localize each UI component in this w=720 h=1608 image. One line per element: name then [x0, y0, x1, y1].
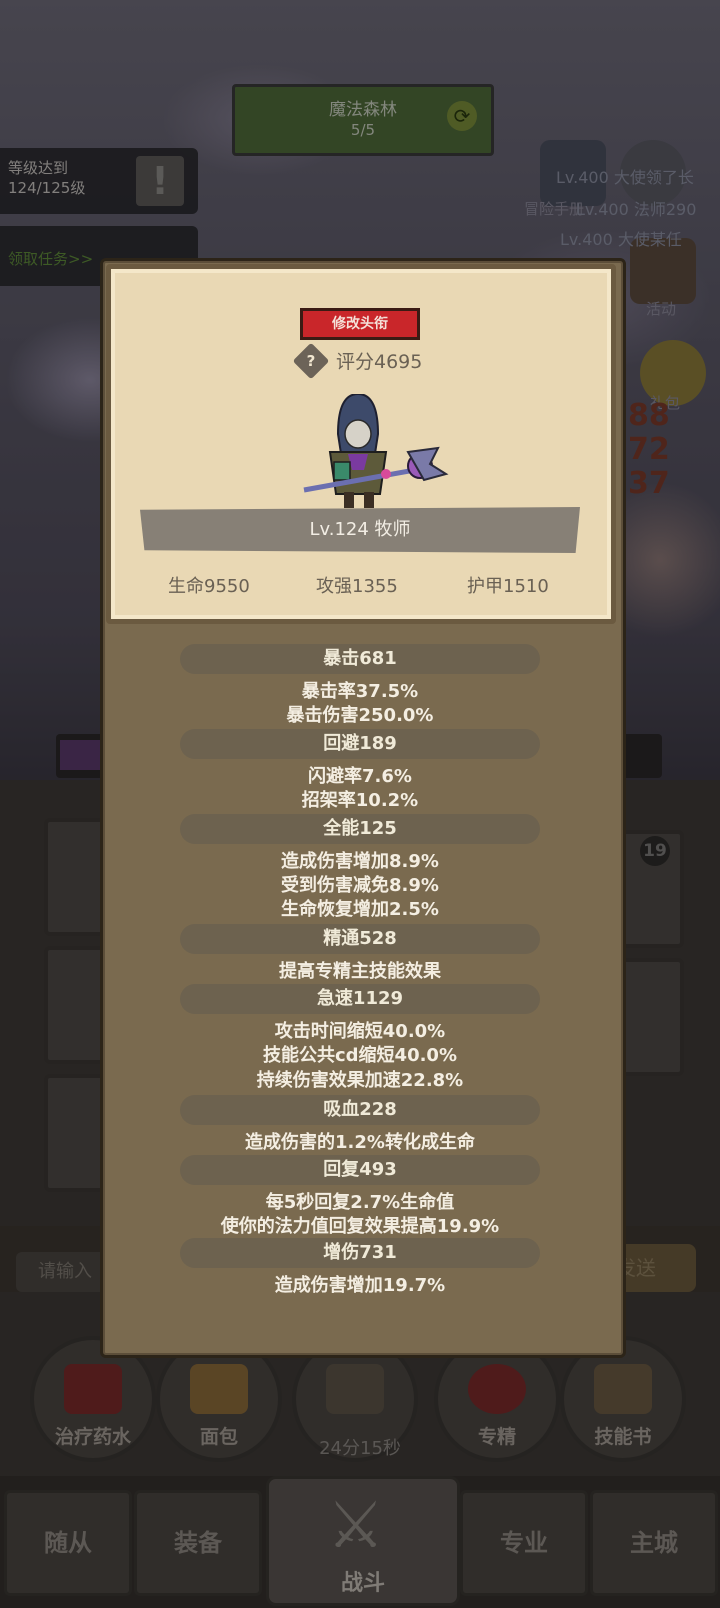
stat-detail: 受到伤害减免8.9%	[281, 875, 439, 896]
stat-detail: 招架率10.2%	[301, 790, 419, 811]
stat-detail: 持续伤害效果加速22.8%	[256, 1070, 464, 1091]
stat-section-header: 急速1129	[180, 984, 540, 1014]
stat-detail: 技能公共cd缩短40.0%	[262, 1045, 457, 1066]
question-mark-glyph: ?	[306, 352, 316, 370]
stat-detail: 攻击时间缩短40.0%	[274, 1021, 446, 1042]
stat-detail: 造成伤害的1.2%转化成生命	[245, 1132, 475, 1153]
stat-detail: 提高专精主技能效果	[279, 961, 441, 982]
stat-section-header: 回复493	[180, 1155, 540, 1185]
hp-stat: 生命9550	[168, 576, 250, 597]
stat-detail: 暴击率37.5%	[301, 681, 419, 702]
stat-section-header: 回避189	[180, 729, 540, 759]
stat-detail: 闪避率7.6%	[308, 766, 412, 787]
stat-detail: 每5秒回复2.7%生命值	[265, 1192, 455, 1213]
stat-section-header: 增伤731	[180, 1238, 540, 1268]
stat-section-header: 暴击681	[180, 644, 540, 674]
level-class-plate: Lv.124 牧师	[140, 507, 580, 553]
stat-section-header: 全能125	[180, 814, 540, 844]
stat-detail: 造成伤害增加8.9%	[281, 851, 439, 872]
rename-title-button[interactable]: 修改头衔	[300, 308, 420, 340]
stat-detail: 生命恢复增加2.5%	[281, 899, 439, 920]
stat-detail: 造成伤害增加19.7%	[274, 1275, 446, 1296]
attack-stat: 攻强1355	[316, 576, 398, 597]
score-text: 评分4695	[336, 351, 423, 373]
stat-section-header: 精通528	[180, 924, 540, 954]
stat-detail: 暴击伤害250.0%	[286, 705, 434, 726]
stat-section-header: 吸血228	[180, 1095, 540, 1125]
armor-stat: 护甲1510	[467, 576, 549, 597]
stat-detail: 使你的法力值回复效果提高19.9%	[220, 1216, 500, 1237]
character-sprite	[303, 394, 449, 508]
